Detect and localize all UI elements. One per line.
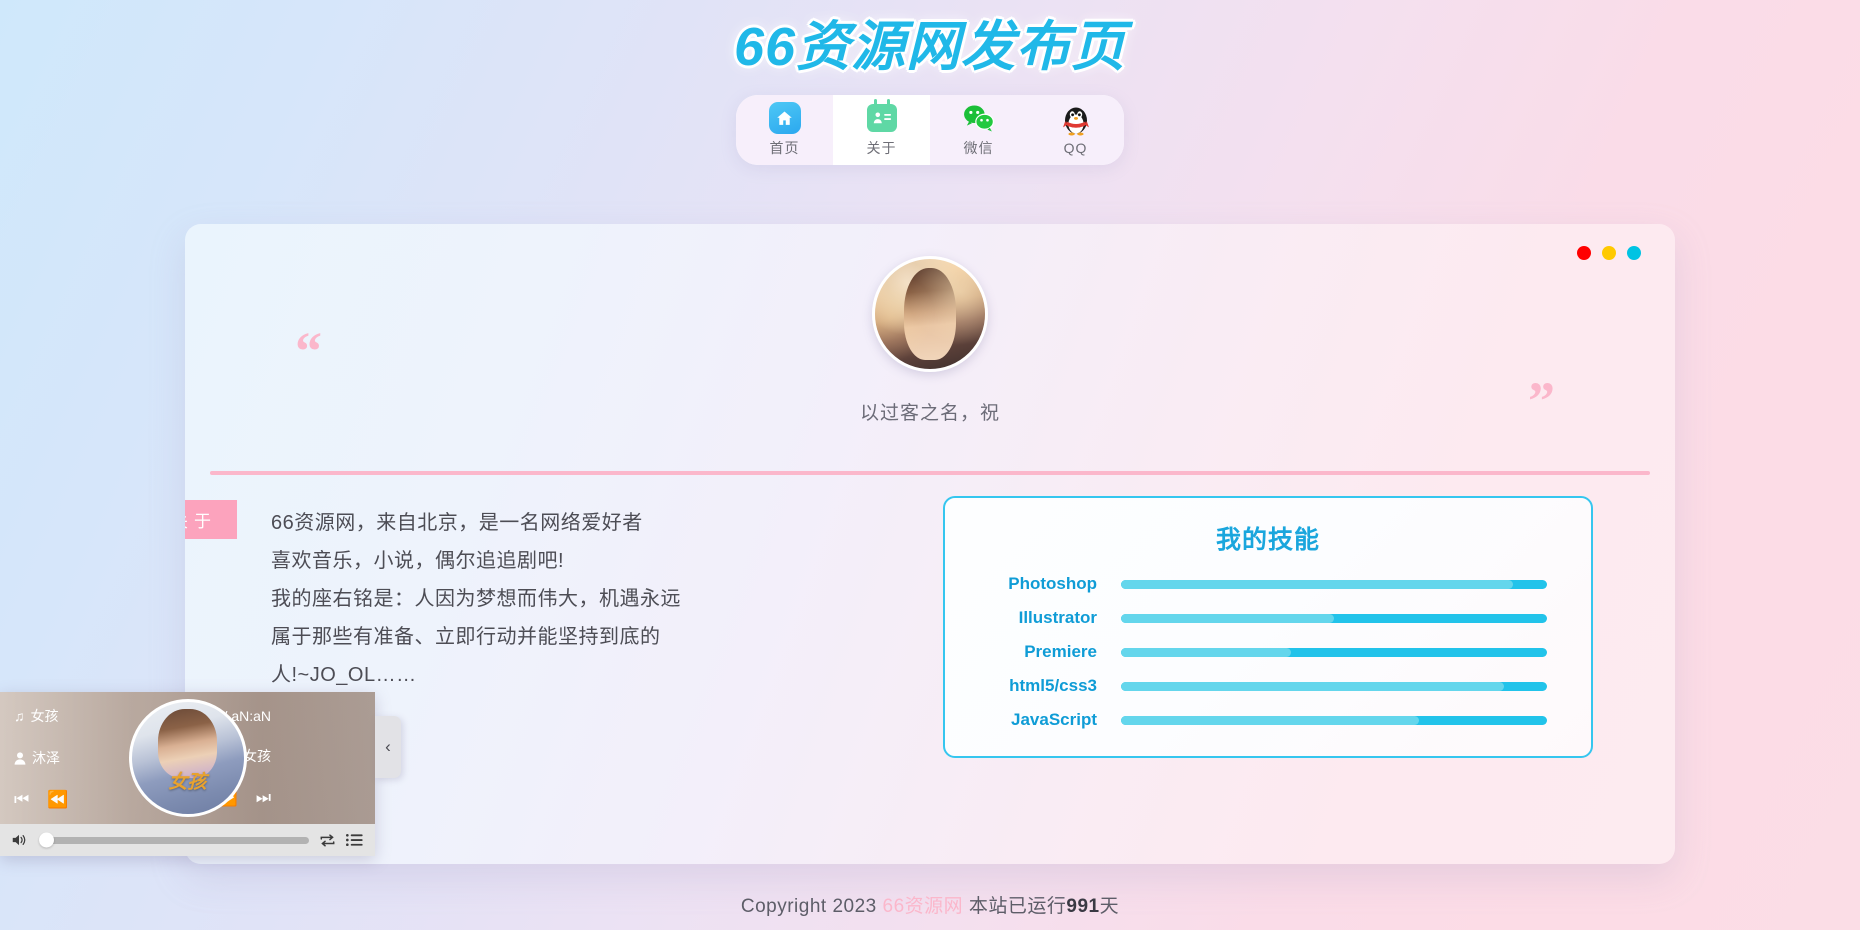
nav-label-qq: QQ xyxy=(1063,140,1088,157)
skill-bar xyxy=(1121,579,1547,589)
playlist-icon[interactable] xyxy=(346,833,363,848)
skill-name: html5/css3 xyxy=(1009,676,1097,695)
person-icon xyxy=(14,751,26,765)
player-main: ♫ 女孩 沐泽 ⏮ ⏪ 女孩 aN:aN 女孩 ⏭ xyxy=(0,692,375,824)
player-collapse-handle[interactable]: ‹ xyxy=(375,716,401,778)
skills-title: 我的技能 xyxy=(1215,526,1320,554)
section-divider xyxy=(210,471,1650,475)
skill-bar-fill xyxy=(1121,613,1334,623)
music-note-icon: ♫ xyxy=(14,708,25,724)
profile-card: 以过客之名，祝 “ ” 关于 66资源网，来自北京，是一名网络爱好者 喜欢音乐，… xyxy=(185,224,1675,864)
player-left-controls: ⏮ ⏪ xyxy=(14,790,125,810)
skill-row: Illustrator xyxy=(989,608,1547,628)
skill-bar-fill xyxy=(1121,681,1505,691)
bio-line-4: 属于那些有准备、立即行动并能坚持到底的 xyxy=(271,626,661,648)
rewind-button[interactable]: ⏪ xyxy=(47,790,68,810)
skill-row: JavaScript xyxy=(989,710,1547,730)
player-song-title: 女孩 xyxy=(30,708,59,724)
bio-line-2: 喜欢音乐，小说，偶尔追追剧吧! xyxy=(271,550,565,572)
skill-bar xyxy=(1121,647,1547,657)
bio-line-1: 66资源网，来自北京，是一名网络爱好者 xyxy=(271,512,643,534)
skill-bar xyxy=(1121,613,1547,623)
skill-name: JavaScript xyxy=(1011,710,1097,729)
skill-row: html5/css3 xyxy=(989,676,1547,696)
bio-line-5: 人!~JO_OL…… xyxy=(271,664,417,686)
skill-name: Illustrator xyxy=(1018,608,1097,627)
nav-label-wechat: 微信 xyxy=(963,140,994,157)
nav-item-home[interactable]: 首页 xyxy=(736,95,833,166)
skill-bar xyxy=(1121,681,1547,691)
skill-row: Photoshop xyxy=(989,574,1547,594)
skip-first-button[interactable]: ⏮ xyxy=(14,790,29,810)
card-header: 以过客之名，祝 xyxy=(185,224,1675,425)
player-bottom-bar xyxy=(0,824,375,856)
skill-bar-fill xyxy=(1121,579,1513,589)
nav-label-home: 首页 xyxy=(769,140,800,157)
profile-quote: 以过客之名，祝 xyxy=(859,403,1000,424)
player-artist-line: 沐泽 xyxy=(14,748,125,768)
wechat-icon xyxy=(963,102,995,134)
skill-row: Premiere xyxy=(989,642,1547,662)
volume-slider[interactable] xyxy=(39,832,309,848)
player-song-line: ♫ 女孩 xyxy=(14,706,125,726)
footer-prefix: Copyright 2023 xyxy=(740,896,883,917)
footer: Copyright 2023 66资源网 本站已运行991天 xyxy=(0,891,1860,918)
skills-panel: 我的技能 Photoshop Illustrator Premiere html… xyxy=(943,496,1593,758)
footer-middle: 本站已运行 xyxy=(963,896,1067,917)
card-body: 66资源网，来自北京，是一名网络爱好者 喜欢音乐，小说，偶尔追追剧吧! 我的座右… xyxy=(185,496,1675,758)
avatar xyxy=(872,256,988,372)
skill-bar-fill xyxy=(1121,647,1292,657)
nav-item-about[interactable]: 关于 xyxy=(833,95,930,166)
footer-brand-link[interactable]: 66资源网 xyxy=(883,896,964,917)
navbar: 首页 关于 微信 QQ xyxy=(736,95,1124,166)
nav-item-qq[interactable]: QQ xyxy=(1027,95,1124,166)
volume-slider-knob[interactable] xyxy=(39,832,54,848)
navbar-wrapper: 首页 关于 微信 QQ xyxy=(0,95,1860,166)
repeat-icon[interactable] xyxy=(319,833,336,848)
player-cover-text: 女孩 xyxy=(168,772,207,793)
page-title: 66资源网发布页 xyxy=(733,17,1127,77)
music-player: ♫ 女孩 沐泽 ⏮ ⏪ 女孩 aN:aN 女孩 ⏭ xyxy=(0,692,375,856)
id-card-icon xyxy=(866,99,898,134)
player-artist: 沐泽 xyxy=(32,750,60,766)
player-album-cover: 女孩 xyxy=(128,699,247,817)
skill-name: Premiere xyxy=(1024,642,1097,661)
nav-item-wechat[interactable]: 微信 xyxy=(930,95,1027,166)
player-bottom-icons xyxy=(319,833,363,848)
skill-name: Photoshop xyxy=(1008,574,1097,593)
skip-last-button[interactable]: ⏭ xyxy=(256,788,271,808)
footer-days: 991 xyxy=(1066,896,1100,917)
volume-icon[interactable] xyxy=(12,833,29,847)
skill-bar xyxy=(1121,715,1547,725)
quote-close-icon: ” xyxy=(1528,371,1555,431)
skill-bar-fill xyxy=(1121,715,1420,725)
bio-line-3: 我的座右铭是：人因为梦想而伟大，机遇永远 xyxy=(271,588,681,610)
home-icon xyxy=(768,102,801,135)
quote-open-icon: “ xyxy=(295,321,322,381)
player-left-column: ♫ 女孩 沐泽 ⏮ ⏪ xyxy=(0,706,135,810)
nav-label-about: 关于 xyxy=(866,140,897,157)
qq-penguin-icon xyxy=(1060,104,1092,136)
player-album: 女孩 xyxy=(243,748,271,764)
footer-suffix: 天 xyxy=(1099,896,1120,917)
